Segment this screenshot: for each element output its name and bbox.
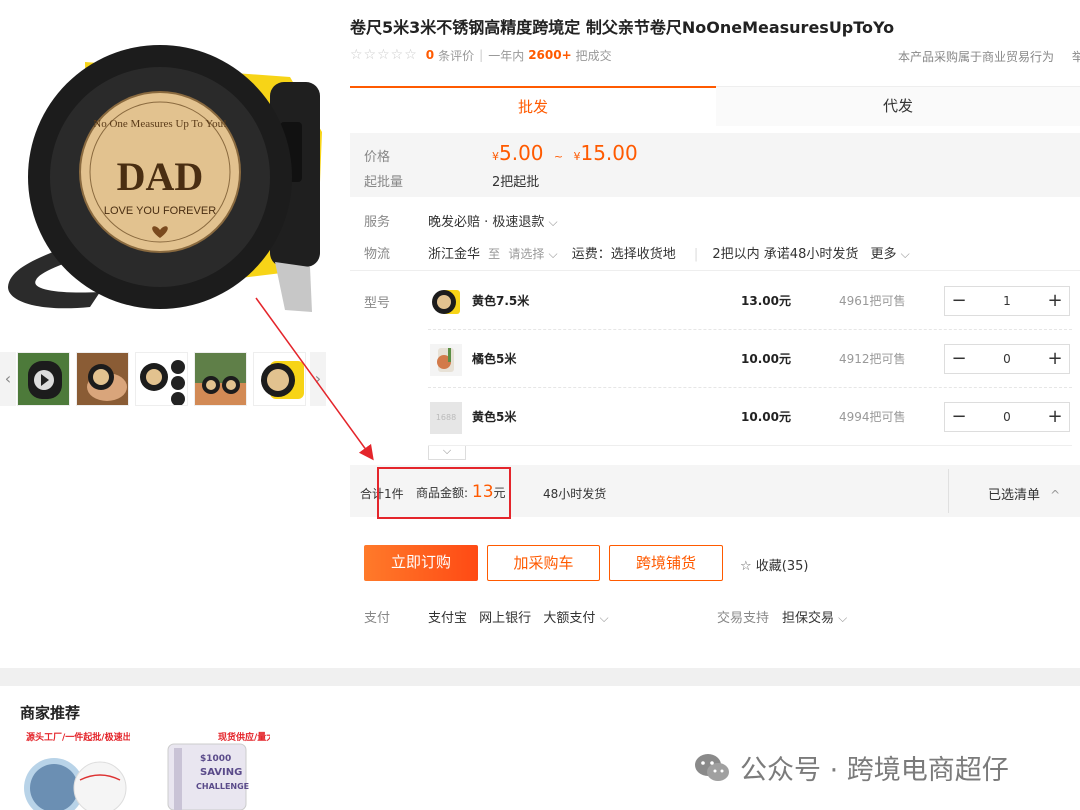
add-to-cart-button[interactable]: 加采购车: [487, 545, 600, 581]
payment-alipay[interactable]: 支付宝: [428, 611, 467, 626]
favorite-button[interactable]: ☆ 收藏(35): [740, 555, 808, 574]
card-saving-text: SAVING: [200, 767, 243, 778]
star-icon: ☆: [740, 559, 752, 574]
annotation-highlight-box: [377, 467, 511, 519]
recommend-card[interactable]: 源头工厂/一件起批/极速出货: [20, 730, 130, 810]
card-challenge-text: CHALLENGE: [196, 782, 250, 791]
payment-label: 支付: [364, 611, 391, 626]
payment-ebank[interactable]: 网上银行: [479, 611, 531, 626]
payment-row: 支付 支付宝 网上银行 大额支付 ⌵ 交易支持 担保交易 ⌵: [350, 607, 1080, 627]
chevron-down-icon: ⌵: [838, 611, 848, 625]
payment-methods: 支付宝 网上银行 大额支付 ⌵: [428, 607, 609, 626]
support-label: 交易支持: [717, 611, 770, 626]
support-value[interactable]: 担保交易 ⌵: [782, 607, 847, 626]
payment-large[interactable]: 大额支付: [543, 611, 595, 626]
annotation-arrow: [255, 297, 374, 461]
section-divider: [0, 668, 1080, 686]
recommend-card[interactable]: 现货供应/量大价优 $1000 SAVING CHALLENGE: [160, 730, 270, 810]
chevron-down-icon: ⌵: [599, 611, 609, 625]
wechat-watermark: 公众号 · 跨境电商超仔: [694, 748, 1009, 787]
wechat-icon: [695, 753, 729, 781]
cross-border-button[interactable]: 跨境铺货: [609, 545, 723, 581]
recommend-title: 商家推荐: [20, 704, 81, 722]
card-amount-text: $1000: [200, 754, 232, 764]
buy-now-button[interactable]: 立即订购: [364, 545, 478, 581]
